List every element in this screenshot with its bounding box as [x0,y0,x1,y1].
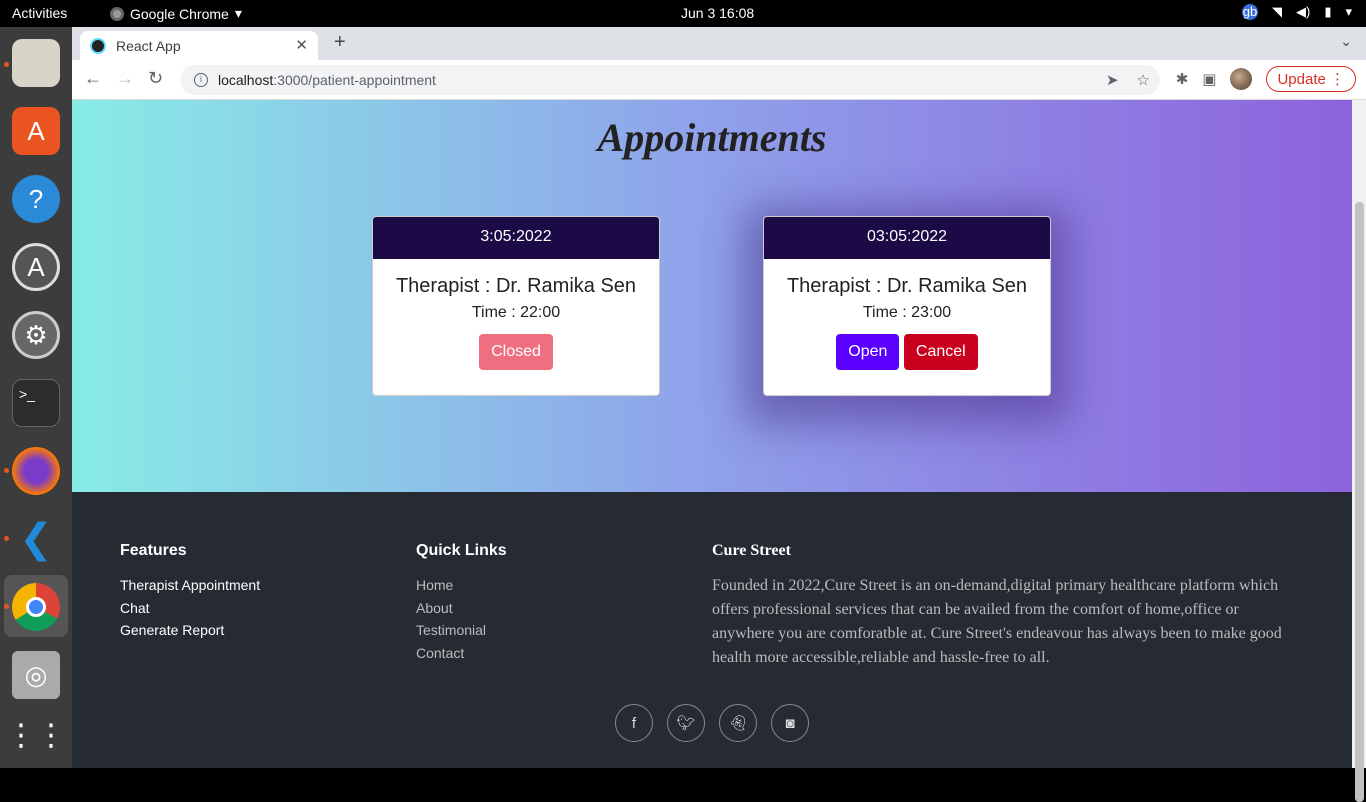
footer-link-contact[interactable]: Contact [416,642,507,665]
footer-heading: Cure Street [712,542,791,559]
footer: Features Therapist Appointment Chat Gene… [72,492,1352,768]
running-indicator [4,604,9,609]
footer-about-text: Founded in 2022,Cure Street is an on-dem… [712,577,1282,666]
dock: A ? A ⚙ >_ ❮ ◎ ⋮⋮ [0,27,72,768]
extensions-icon[interactable]: ✱ [1176,70,1189,88]
system-top-bar: Activities Google Chrome ▾ Jun 3 16:08 g… [0,0,1366,27]
app-menu[interactable]: Google Chrome ▾ [110,5,242,22]
firefox-icon[interactable] [12,447,60,495]
footer-features: Features Therapist Appointment Chat Gene… [120,542,260,642]
running-indicator [4,536,9,541]
appointment-card: 03:05:2022 Therapist : Dr. Ramika Sen Ti… [763,216,1051,396]
appointment-card: 3:05:2022 Therapist : Dr. Ramika Sen Tim… [372,216,660,396]
tab-react-app[interactable]: React App ✕ [80,31,318,60]
reload-icon[interactable]: ↻ [148,68,163,89]
running-indicator [4,62,9,67]
footer-heading: Quick Links [416,542,507,559]
therapist-name: Therapist : Dr. Ramika Sen [786,275,1028,297]
closed-button: Closed [479,334,553,370]
appointment-date: 3:05:2022 [373,217,659,259]
facebook-icon[interactable]: f [615,704,653,742]
footer-link-about[interactable]: About [416,597,507,620]
appointment-time: Time : 22:00 [471,304,561,321]
url-host: localhost [218,72,274,88]
tab-strip: React App ✕ + ⌄ [72,27,1366,60]
updater-icon[interactable]: A [12,243,60,291]
help-icon[interactable]: ? [12,175,60,223]
running-indicator [4,468,9,473]
footer-heading: Features [120,542,187,559]
chrome-icon [110,6,124,21]
activities-button[interactable]: Activities [12,5,67,21]
star-icon[interactable]: ☆ [1137,71,1150,89]
snapchat-icon[interactable]: 👻︎ [719,704,757,742]
address-bar[interactable]: i localhost:3000/patient-appointment ➤ ☆ [180,65,1160,95]
scrollbar-thumb[interactable] [1355,202,1364,802]
instagram-icon[interactable]: ◙ [771,704,809,742]
info-icon[interactable]: i [194,73,208,87]
forward-icon[interactable]: → [116,68,134,89]
footer-link-testimonial[interactable]: Testimonial [416,619,507,642]
clock[interactable]: Jun 3 16:08 [681,5,754,21]
app-menu-label: Google Chrome [130,5,229,22]
close-icon[interactable]: ✕ [295,36,308,54]
wifi-icon: ◥ [1271,4,1282,19]
software-center-icon[interactable]: A [12,107,60,155]
therapist-name: Therapist : Dr. Ramika Sen [395,275,637,297]
update-label: Update [1277,71,1326,88]
appointment-time: Time : 23:00 [862,304,952,321]
open-button[interactable]: Open [836,334,900,370]
show-apps-icon[interactable]: ⋮⋮ [6,711,66,759]
page-content: Appointments 3:05:2022 Therapist : Dr. R… [72,100,1352,768]
social-links: f 🐦︎ 👻︎ ◙ [615,704,809,742]
footer-link-therapist-appointment[interactable]: Therapist Appointment [120,574,260,597]
twitter-icon[interactable]: 🐦︎ [667,704,705,742]
page-scrollbar[interactable] [1352,100,1366,802]
back-icon[interactable]: ← [84,68,102,89]
volume-icon: ◀) [1295,4,1311,19]
profile-avatar[interactable] [1230,68,1253,90]
tab-search-icon[interactable]: ⌄ [1340,33,1352,50]
appointments-section: Appointments 3:05:2022 Therapist : Dr. R… [72,100,1352,492]
footer-quick-links: Quick Links Home About Testimonial Conta… [416,542,507,664]
footer-link-chat[interactable]: Chat [120,597,260,620]
battery-icon: ▮ [1324,4,1332,19]
cancel-button[interactable]: Cancel [903,334,978,370]
update-button[interactable]: Update ⋮ [1266,66,1356,92]
chevron-down-icon: ▾ [234,5,242,21]
chrome-icon[interactable] [12,583,60,631]
send-icon[interactable]: ➤ [1106,71,1119,89]
page-title: Appointments [597,115,827,160]
vscode-icon[interactable]: ❮ [12,515,60,563]
footer-link-home[interactable]: Home [416,574,507,597]
url-path: :3000/patient-appointment [273,72,436,88]
react-icon [90,37,106,54]
tab-title: React App [116,37,181,54]
terminal-icon[interactable]: >_ [12,379,60,427]
side-panel-icon[interactable]: ▣ [1202,70,1216,88]
new-tab-button[interactable]: + [334,31,346,54]
chevron-down-icon: ▾ [1345,4,1352,19]
footer-link-generate-report[interactable]: Generate Report [120,619,260,642]
system-tray[interactable]: gb ◥ ◀) ▮ ▾ [1241,4,1352,20]
disc-icon[interactable]: ◎ [12,651,60,699]
account-icon[interactable]: gb [1241,4,1258,20]
settings-icon[interactable]: ⚙ [12,311,60,359]
files-icon[interactable] [12,39,60,87]
browser-toolbar: ← → ↻ i localhost:3000/patient-appointme… [72,60,1366,100]
footer-about: Cure Street Founded in 2022,Cure Street … [712,542,1302,670]
appointment-date: 03:05:2022 [764,217,1050,259]
